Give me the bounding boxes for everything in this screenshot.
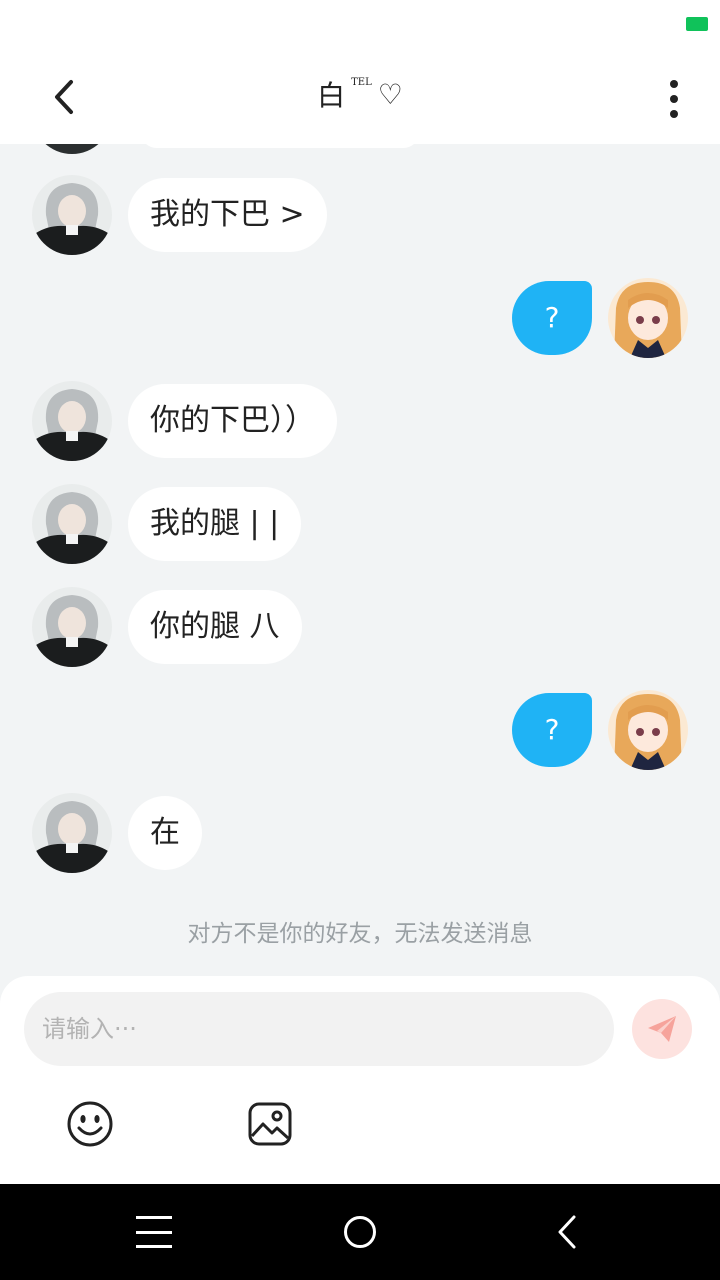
- system-nav-bar: [0, 1184, 720, 1280]
- contact-avatar[interactable]: [32, 381, 112, 461]
- image-button[interactable]: [246, 1100, 294, 1148]
- composer: [0, 976, 720, 1184]
- message-input[interactable]: [24, 992, 614, 1066]
- message-bubble[interactable]: 我的下巴 >: [128, 178, 327, 252]
- smiley-icon: [67, 1101, 113, 1147]
- my-avatar[interactable]: [608, 690, 688, 770]
- message-row: ?: [512, 278, 688, 358]
- my-avatar[interactable]: [608, 278, 688, 358]
- message-list[interactable]: 我的下巴 > ? 你的下巴）） 我的腿 | | 你的腿 八 ? 在: [0, 144, 720, 976]
- message-row: 你的下巴））: [32, 381, 337, 461]
- message-row: 我的下巴 >: [32, 175, 327, 255]
- heart-icon: ♡: [377, 77, 403, 111]
- contact-avatar[interactable]: [32, 793, 112, 873]
- message-bubble[interactable]: 在: [128, 796, 202, 870]
- message-bubble[interactable]: 我的腿 | |: [128, 487, 302, 561]
- message-bubble[interactable]: 你的腿 八: [128, 590, 302, 664]
- contact-name: 白: [317, 79, 346, 112]
- message-bubble-partial: [140, 144, 420, 148]
- contact-avatar[interactable]: [32, 587, 112, 667]
- contact-avatar[interactable]: [32, 175, 112, 255]
- paper-plane-icon: [648, 1016, 676, 1042]
- image-icon: [248, 1102, 292, 1146]
- message-row: 你的腿 八: [32, 587, 302, 667]
- message-bubble-mine[interactable]: ?: [512, 281, 592, 355]
- message-row: ?: [512, 690, 688, 770]
- battery-icon: [686, 17, 708, 31]
- contact-avatar[interactable]: [32, 484, 112, 564]
- message-row: 我的腿 | |: [32, 484, 302, 564]
- message-bubble-mine[interactable]: ?: [512, 693, 592, 767]
- message-row: 在: [32, 793, 202, 873]
- menu-icon[interactable]: [136, 1216, 172, 1248]
- send-button[interactable]: [632, 999, 692, 1059]
- status-bar: [0, 0, 720, 50]
- more-vertical-icon[interactable]: [654, 74, 694, 124]
- not-friend-notice: 对方不是你的好友，无法发送消息: [187, 921, 533, 947]
- avatar: [32, 144, 112, 154]
- chat-header: 白 TEL ♡: [0, 50, 720, 144]
- chat-title: 白 TEL ♡: [0, 74, 720, 114]
- message-bubble[interactable]: 你的下巴））: [128, 384, 337, 458]
- nav-back-icon[interactable]: [552, 1214, 582, 1250]
- emoji-button[interactable]: [66, 1100, 114, 1148]
- title-superscript: TEL: [351, 76, 372, 88]
- home-icon[interactable]: [344, 1216, 376, 1248]
